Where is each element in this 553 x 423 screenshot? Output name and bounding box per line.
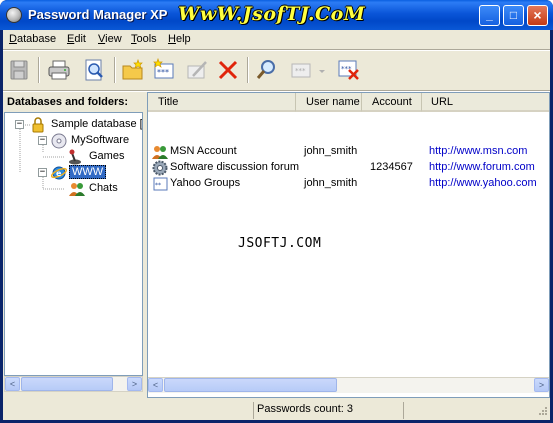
- dropdown-arrow-icon[interactable]: [315, 56, 327, 84]
- menu-bar: Database Edit View Tools Help: [3, 30, 550, 49]
- row-url[interactable]: http://www.forum.com: [429, 161, 535, 173]
- folder-tree[interactable]: − Sample database [p − MySoftware Games …: [4, 112, 143, 376]
- scroll-thumb[interactable]: [21, 377, 113, 391]
- column-header-account[interactable]: Account: [362, 93, 422, 112]
- row-title: Yahoo Groups: [170, 177, 241, 189]
- tree-item-label: WWW: [69, 165, 107, 179]
- list-hscrollbar[interactable]: < >: [148, 377, 549, 393]
- menu-help[interactable]: Help: [168, 33, 191, 45]
- row-title: Software discussion forum: [170, 161, 299, 173]
- app-window: Password Manager XP WwW.JsofTJ.CoM _ □ ×…: [0, 0, 553, 423]
- svg-text:**: **: [155, 182, 161, 189]
- column-header-user-name[interactable]: User name: [296, 93, 362, 112]
- internet-explorer-icon: e: [51, 166, 67, 180]
- tree-item-label: Sample database [p: [51, 118, 143, 130]
- collapse-toggle[interactable]: −: [38, 168, 47, 177]
- folder-pane: Databases and folders: − Sample database…: [3, 92, 143, 398]
- scroll-right-button[interactable]: >: [534, 378, 549, 392]
- generator-icon[interactable]: ***: [287, 56, 315, 84]
- resize-grip-icon[interactable]: [536, 406, 548, 418]
- status-bar: Passwords count: 3: [3, 399, 550, 420]
- tree-item-label: Chats: [89, 182, 118, 194]
- folder-tree-hscrollbar[interactable]: < >: [4, 376, 143, 392]
- gear-icon: [152, 160, 168, 176]
- collapse-toggle[interactable]: −: [15, 120, 24, 129]
- status-divider: [253, 402, 254, 419]
- maximize-button[interactable]: □: [503, 5, 524, 26]
- database-lock-icon: [32, 117, 44, 133]
- row-account: 1234567: [370, 161, 413, 173]
- row-url[interactable]: http://www.msn.com: [429, 145, 527, 157]
- minimize-button[interactable]: _: [479, 5, 500, 26]
- find-icon[interactable]: [253, 56, 281, 84]
- window-title: Password Manager XP: [28, 7, 168, 22]
- close-button[interactable]: ×: [527, 5, 548, 26]
- new-folder-icon[interactable]: [119, 56, 147, 84]
- collapse-toggle[interactable]: −: [38, 136, 47, 145]
- lock-icon[interactable]: ***: [335, 56, 363, 84]
- menu-edit[interactable]: Edit: [67, 33, 86, 45]
- passwords-count: Passwords count: 3: [257, 403, 353, 415]
- list-row[interactable]: ** Yahoo Groups john_smith http://www.ya…: [148, 176, 549, 192]
- list-watermark: JSOFTJ.COM: [238, 236, 322, 251]
- menu-view[interactable]: View: [98, 33, 122, 45]
- msn-users-icon: [152, 146, 168, 159]
- watermark-text: WwW.JsofTJ.CoM: [178, 3, 366, 25]
- svg-text:***: ***: [157, 68, 169, 77]
- toolbar: *** *** ***: [3, 51, 550, 89]
- cd-icon: [51, 133, 67, 149]
- scroll-thumb[interactable]: [164, 378, 337, 392]
- joystick-icon: [69, 149, 81, 165]
- row-user: john_smith: [304, 177, 358, 189]
- menu-tools[interactable]: Tools: [131, 33, 157, 45]
- status-divider: [403, 402, 404, 419]
- tree-item-label: Games: [89, 150, 125, 162]
- svg-text:***: ***: [295, 67, 306, 75]
- title-bar[interactable]: Password Manager XP WwW.JsofTJ.CoM _ □ ×: [0, 0, 553, 30]
- row-user: john_smith: [304, 145, 358, 157]
- delete-icon[interactable]: [214, 56, 242, 84]
- row-title: MSN Account: [170, 145, 237, 157]
- folder-pane-header: Databases and folders:: [7, 96, 129, 108]
- edit-icon[interactable]: [183, 56, 211, 84]
- client-area: Database Edit View Tools Help *** *** **…: [3, 30, 550, 420]
- save-icon[interactable]: [5, 56, 33, 84]
- password-card-icon: **: [153, 177, 168, 191]
- toolbar-separator: [38, 57, 40, 83]
- users-icon: [69, 183, 85, 196]
- toolbar-separator: [247, 57, 249, 83]
- scroll-left-button[interactable]: <: [148, 378, 163, 392]
- new-password-icon[interactable]: ***: [150, 56, 178, 84]
- row-url[interactable]: http://www.yahoo.com: [429, 177, 537, 189]
- tree-item-label: MySoftware: [71, 134, 130, 146]
- print-icon[interactable]: [45, 56, 73, 84]
- app-icon[interactable]: [6, 7, 22, 23]
- print-preview-icon[interactable]: [80, 56, 108, 84]
- column-header-title[interactable]: Title: [148, 93, 296, 112]
- scroll-right-button[interactable]: >: [127, 377, 142, 391]
- column-header-url[interactable]: URL: [422, 93, 549, 112]
- list-row[interactable]: MSN Account john_smith http://www.msn.co…: [148, 144, 549, 160]
- password-list[interactable]: Title User name Account URL MSN Account …: [147, 92, 550, 398]
- list-row[interactable]: Software discussion forum 1234567 http:/…: [148, 160, 549, 176]
- svg-text:e: e: [56, 169, 62, 178]
- toolbar-separator: [114, 57, 116, 83]
- scroll-left-button[interactable]: <: [5, 377, 20, 391]
- menu-database[interactable]: Database: [9, 33, 56, 45]
